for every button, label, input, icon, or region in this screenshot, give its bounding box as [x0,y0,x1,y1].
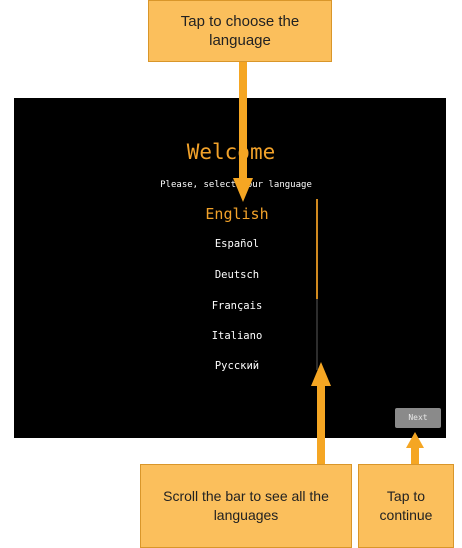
language-scrollbar[interactable] [316,199,318,370]
scrollbar-thumb[interactable] [316,199,318,299]
language-option-espanol[interactable]: Español [0,238,462,250]
arrow-to-next-button [411,446,419,464]
arrow-up-small-head-icon [406,432,424,448]
callout-choose-language: Tap to choose the language [148,0,332,62]
language-prompt: Please, select your language [160,180,312,190]
arrow-down-head-icon [233,178,253,202]
welcome-title: Welcome [186,140,276,164]
language-option-english[interactable]: English [0,205,462,223]
arrow-to-scrollbar [317,384,325,464]
language-option-russian[interactable]: Русский [0,360,462,372]
callout-tap-continue: Tap to continue [358,464,454,548]
next-button[interactable]: Next [395,408,441,428]
language-option-deutsch[interactable]: Deutsch [0,269,462,281]
arrow-up-head-icon [311,362,331,386]
language-option-italiano[interactable]: Italiano [0,330,462,342]
language-option-francais[interactable]: Français [0,300,462,312]
arrow-to-language-list [239,62,247,180]
callout-scroll-bar: Scroll the bar to see all the languages [140,464,352,548]
